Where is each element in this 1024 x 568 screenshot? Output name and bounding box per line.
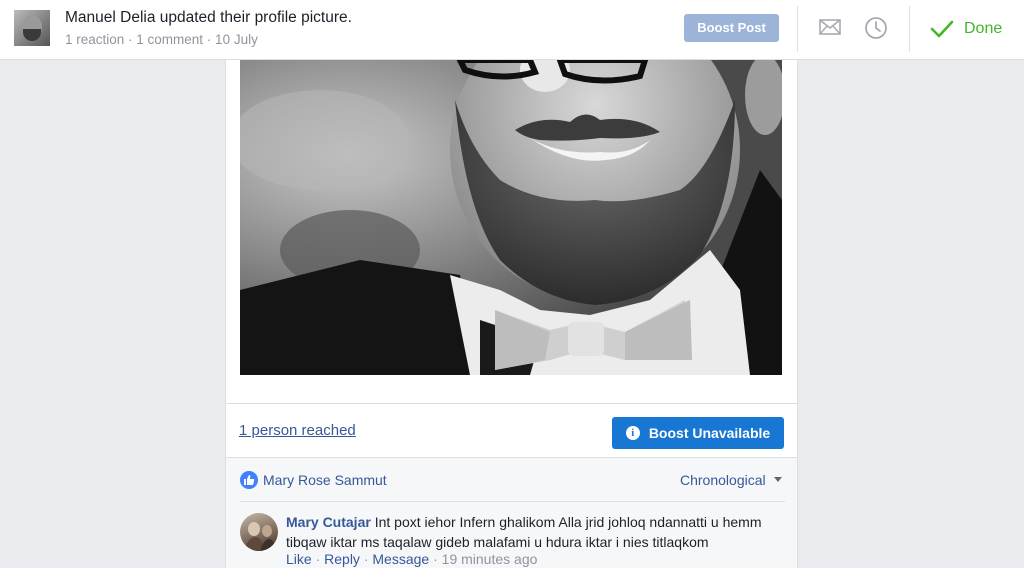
reactor-name-link[interactable]: Mary Rose Sammut [263, 472, 387, 488]
chevron-down-icon[interactable] [774, 477, 782, 482]
comment-timestamp[interactable]: 19 minutes ago [442, 551, 538, 567]
comment-actions: Like · Reply · Message · 19 minutes ago [286, 551, 537, 567]
divider [909, 6, 910, 52]
comment-order-dropdown[interactable]: Chronological [680, 472, 766, 488]
profile-avatar[interactable] [14, 10, 50, 46]
separator: · [359, 551, 373, 567]
message-link[interactable]: Message [372, 551, 429, 567]
separator: · [429, 551, 442, 567]
people-reached-link[interactable]: 1 person reached [239, 422, 356, 439]
comment-body: Mary Cutajar Int poxt iehor Infern ghali… [286, 512, 786, 552]
divider [797, 6, 798, 52]
boost-unavailable-label: Boost Unavailable [648, 425, 771, 441]
envelope-icon[interactable] [819, 18, 841, 41]
info-icon: i [625, 426, 640, 440]
boost-unavailable-button[interactable]: i Boost Unavailable [612, 417, 784, 449]
profile-photo-image [240, 60, 782, 375]
comment-author-link[interactable]: Mary Cutajar [286, 514, 371, 530]
reach-bar: 1 person reached i Boost Unavailable [225, 403, 798, 458]
done-button[interactable]: Done [930, 16, 1002, 42]
top-bar: Manuel Delia updated their profile pictu… [0, 0, 1024, 60]
like-comment-link[interactable]: Like [286, 551, 312, 567]
boost-post-button[interactable]: Boost Post [684, 14, 779, 42]
done-label: Done [964, 20, 1003, 37]
separator: · [311, 551, 325, 567]
post-card [225, 60, 798, 403]
checkmark-icon [930, 20, 954, 38]
reply-link[interactable]: Reply [324, 551, 360, 567]
comments-section: Mary Rose Sammut Chronological Mary Cuta… [225, 458, 798, 568]
post-title: Manuel Delia updated their profile pictu… [65, 9, 352, 26]
profile-photo[interactable] [240, 60, 782, 375]
divider [240, 501, 785, 502]
clock-icon[interactable] [864, 16, 888, 45]
post-meta[interactable]: 1 reaction · 1 comment · 10 July [65, 32, 258, 47]
avatar-beard [23, 29, 41, 41]
like-icon [240, 471, 258, 489]
commenter-avatar[interactable] [240, 513, 278, 551]
